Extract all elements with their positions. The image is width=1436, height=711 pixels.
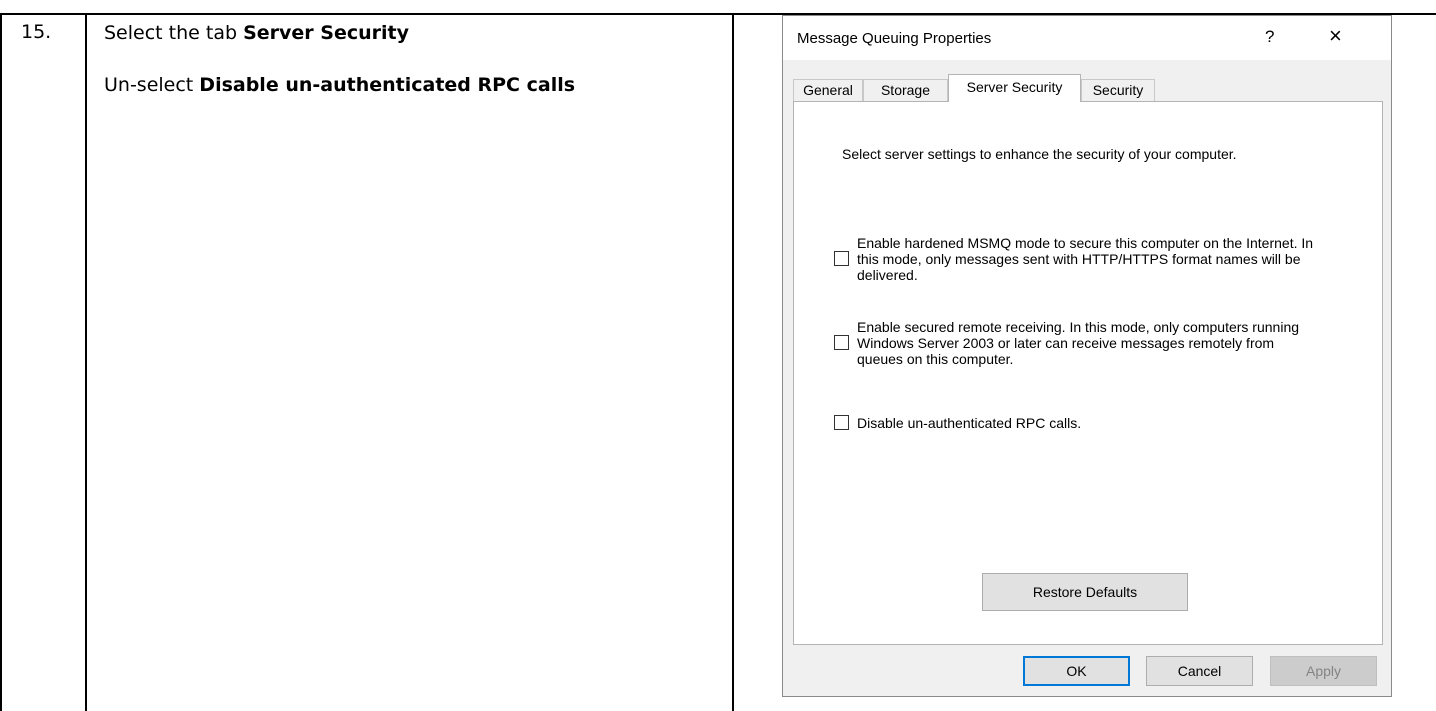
help-icon[interactable]: ? <box>1265 27 1274 47</box>
instruction-line-2: Un-select Disable un-authenticated RPC c… <box>104 73 704 97</box>
intro-text: Select server settings to enhance the se… <box>842 146 1237 162</box>
instruction-1-text: Select the tab <box>104 22 244 44</box>
disable-unauth-rpc-label: Disable un-authenticated RPC calls. <box>857 415 1082 431</box>
cancel-button[interactable]: Cancel <box>1146 656 1253 686</box>
instruction-line-1: Select the tab Server Security <box>104 21 409 45</box>
tab-bar: General Storage Server Security Security <box>793 74 1381 102</box>
tab-security[interactable]: Security <box>1081 79 1155 101</box>
disable-unauth-rpc-checkbox[interactable] <box>834 415 849 430</box>
ok-button[interactable]: OK <box>1023 656 1130 686</box>
instruction-1-emphasis: Server Security <box>243 22 409 44</box>
instruction-2-emphasis: Disable un-authenticated RPC calls <box>199 74 576 96</box>
secured-remote-receiving-label: Enable secured remote receiving. In this… <box>857 319 1300 367</box>
hardened-msmq-label: Enable hardened MSMQ mode to secure this… <box>857 235 1314 283</box>
tab-storage[interactable]: Storage <box>863 79 948 101</box>
tab-server-security[interactable]: Server Security <box>948 74 1081 102</box>
apply-button[interactable]: Apply <box>1270 656 1377 686</box>
restore-defaults-button[interactable]: Restore Defaults <box>982 573 1188 611</box>
instruction-2-text: Un-select <box>104 74 200 96</box>
hardened-msmq-checkbox[interactable] <box>834 251 849 266</box>
server-security-panel: Select server settings to enhance the se… <box>793 101 1383 645</box>
step-number: 15. <box>21 21 52 43</box>
close-icon[interactable]: × <box>1329 25 1342 47</box>
table-divider-number <box>85 13 87 711</box>
dialog-title: Message Queuing Properties <box>797 30 992 47</box>
message-queuing-properties-dialog: Message Queuing Properties ? × General S… <box>782 15 1392 697</box>
table-divider-screenshot <box>732 13 734 711</box>
table-border-left <box>0 13 2 711</box>
dialog-titlebar: Message Queuing Properties ? × <box>783 16 1391 60</box>
secured-remote-receiving-checkbox[interactable] <box>834 335 849 350</box>
tab-general[interactable]: General <box>793 79 863 101</box>
